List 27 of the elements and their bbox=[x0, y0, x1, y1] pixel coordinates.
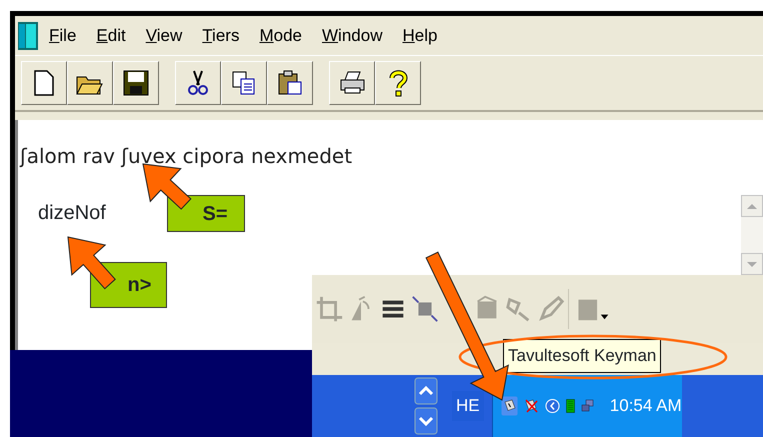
menu-item[interactable]: Mode bbox=[249, 22, 312, 48]
menu-item[interactable]: Edit bbox=[86, 22, 136, 48]
language-indicator[interactable]: HE bbox=[452, 391, 484, 421]
copy-button[interactable] bbox=[221, 61, 267, 105]
up-arrow-icon bbox=[747, 204, 757, 208]
callout-label: S= bbox=[167, 195, 245, 232]
menu-item[interactable]: Help bbox=[392, 22, 448, 48]
help-button[interactable] bbox=[375, 61, 421, 105]
menu-item[interactable]: Window bbox=[312, 22, 392, 48]
menu-item[interactable]: Tiers bbox=[192, 22, 250, 48]
cut-button[interactable] bbox=[175, 61, 221, 105]
arrow bbox=[67, 236, 116, 290]
menu-item[interactable]: View bbox=[136, 22, 192, 48]
tooltip: Tavultesoft Keyman bbox=[503, 339, 662, 372]
paste-button[interactable] bbox=[267, 61, 313, 105]
menu-item[interactable]: File bbox=[39, 22, 86, 48]
save-button[interactable] bbox=[113, 61, 159, 105]
sample-text: dizeNof bbox=[38, 201, 106, 226]
printer-button[interactable] bbox=[329, 61, 375, 105]
clock-text: 10:54 AM bbox=[610, 395, 682, 418]
app-icon[interactable] bbox=[17, 20, 39, 50]
scroll-up-icon[interactable] bbox=[414, 377, 438, 405]
scroll-down-icon[interactable] bbox=[414, 407, 438, 435]
new-document-button[interactable] bbox=[21, 61, 67, 105]
open-folder-button[interactable] bbox=[67, 61, 113, 105]
text-line: ʃalom rav ʃuvex cipora nexmedet bbox=[20, 143, 352, 170]
down-arrow-icon bbox=[747, 262, 757, 266]
